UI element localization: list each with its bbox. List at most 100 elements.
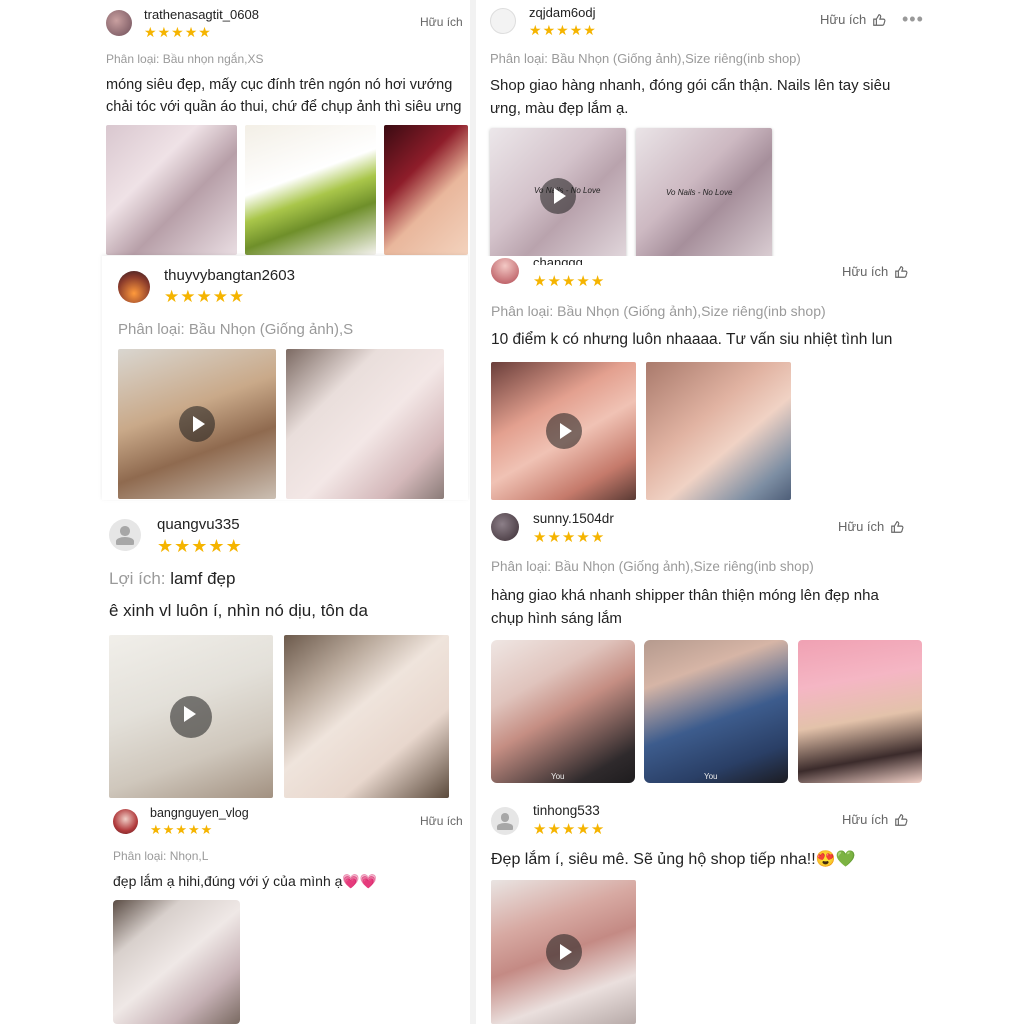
star-icon: ★: [576, 821, 590, 838]
username[interactable]: zqjdam6odj: [529, 5, 596, 20]
review-photo[interactable]: [384, 125, 468, 255]
review-photo[interactable]: [284, 635, 449, 798]
username[interactable]: tinhong533: [533, 803, 600, 818]
helpful-button[interactable]: Hữu ích: [842, 264, 908, 279]
benefit-value: lamf đẹp: [170, 569, 236, 588]
review-card: sunny.1504dr ★ ★ ★ ★ ★ Hữu ích Phân loại: Bầ…: [478, 505, 938, 795]
review-video[interactable]: Vo Nails - No Love: [490, 128, 626, 260]
review-card: tinhong533 ★ ★ ★ ★ ★ Hữu ích Đẹp lắm í, siêu…: [478, 800, 938, 1024]
star-icon: ★: [174, 536, 191, 556]
star-icon: ★: [576, 529, 590, 546]
star-rating: ★ ★ ★ ★ ★: [529, 23, 596, 37]
helpful-label: Hữu ích: [842, 812, 889, 827]
star-icon: ★: [150, 822, 162, 837]
review-text: ê xinh vl luôn í, nhìn nó dịu, tôn da: [109, 601, 368, 620]
star-icon: ★: [162, 822, 175, 837]
star-rating: ★ ★ ★ ★ ★: [533, 822, 604, 837]
review-photo[interactable]: [286, 349, 444, 499]
photo-label: You: [551, 772, 565, 781]
helpful-button[interactable]: Hữu ích: [820, 12, 886, 27]
star-icon: ★: [533, 529, 547, 546]
variant-label: Phân loại: Bầu nhọn ngắn,XS: [106, 52, 264, 66]
star-icon: ★: [184, 24, 198, 40]
column-divider: [470, 0, 476, 1024]
username[interactable]: trathenasagtit_0608: [144, 7, 259, 22]
star-rating: ★ ★ ★ ★ ★: [164, 288, 244, 305]
thumbs-up-icon: [895, 265, 908, 278]
review-card: bangnguyen_vlog ★ ★ ★ ★ ★ Hữu ích Phân loại:…: [100, 800, 468, 1024]
review-photo[interactable]: You: [644, 640, 788, 783]
username[interactable]: bangnguyen_vlog: [150, 806, 249, 820]
star-icon: ★: [164, 287, 180, 306]
review-card: zqjdam6odj ★ ★ ★ ★ ★ Hữu ích ••• Phân loại: …: [478, 0, 938, 260]
helpful-button[interactable]: Hữu ích: [420, 15, 463, 29]
thumbs-up-icon: [895, 813, 908, 826]
helpful-button[interactable]: Hữu ích: [838, 519, 904, 534]
star-rating: ★ ★ ★ ★ ★: [144, 25, 211, 39]
star-icon: ★: [180, 287, 196, 306]
avatar[interactable]: [106, 10, 132, 36]
play-icon[interactable]: [540, 178, 576, 214]
helpful-label: Hữu ích: [842, 264, 889, 279]
review-text: Đẹp lắm í, siêu mê. Sẽ ủng hộ shop tiếp …: [491, 851, 856, 868]
star-rating: ★ ★ ★ ★ ★: [157, 537, 242, 555]
review-photo[interactable]: [646, 362, 791, 500]
username[interactable]: changgg: [533, 255, 583, 265]
review-photo[interactable]: Vo Nails - No Love: [636, 128, 772, 260]
star-icon: ★: [191, 536, 208, 556]
review-photo[interactable]: [113, 900, 240, 1024]
helpful-button[interactable]: Hữu ích: [420, 814, 463, 828]
star-icon: ★: [590, 529, 605, 546]
variant-label: Phân loại: Bầu Nhọn (Giống ảnh),Size riê…: [491, 303, 826, 319]
username[interactable]: thuyvybangtan2603: [164, 267, 295, 284]
avatar[interactable]: [491, 258, 519, 284]
play-icon[interactable]: [545, 934, 582, 970]
username[interactable]: quangvu335: [157, 516, 240, 533]
review-video[interactable]: [491, 362, 636, 500]
variant-label: Phân loại: Bầu Nhọn (Giống ảnh),S: [118, 321, 354, 338]
star-rating: ★ ★ ★ ★ ★: [533, 274, 604, 289]
review-photo[interactable]: [798, 640, 922, 783]
username[interactable]: sunny.1504dr: [533, 511, 614, 526]
star-icon: ★: [576, 273, 590, 290]
star-icon: ★: [208, 536, 225, 556]
avatar[interactable]: [490, 8, 516, 34]
star-icon: ★: [200, 822, 213, 837]
star-rating: ★ ★ ★ ★ ★: [150, 823, 212, 836]
star-icon: ★: [561, 529, 576, 546]
benefit-label: Lợi ích:: [109, 569, 166, 588]
star-icon: ★: [198, 24, 211, 40]
review-photo[interactable]: You: [491, 640, 635, 783]
review-text: chải tóc với quần áo thui, chứ để chụp ả…: [106, 99, 462, 115]
play-icon[interactable]: [179, 406, 215, 442]
star-icon: ★: [590, 273, 605, 290]
review-photo[interactable]: [245, 125, 376, 255]
review-text: hàng giao khá nhanh shipper thân thiện m…: [491, 587, 879, 604]
avatar[interactable]: [109, 519, 141, 551]
helpful-label: Hữu ích: [420, 814, 463, 828]
star-rating: ★ ★ ★ ★ ★: [533, 530, 604, 545]
review-text: đẹp lắm ạ hihi,đúng với ý của mình ạ💗💗: [113, 873, 378, 889]
star-icon: ★: [533, 273, 547, 290]
review-photo[interactable]: [106, 125, 237, 255]
star-icon: ★: [144, 24, 157, 40]
helpful-button[interactable]: Hữu ích: [842, 812, 908, 827]
avatar[interactable]: [491, 513, 519, 541]
review-video[interactable]: [109, 635, 273, 798]
star-icon: ★: [583, 22, 596, 38]
photo-label: You: [704, 772, 718, 781]
avatar[interactable]: [113, 809, 138, 834]
benefit-line: Lợi ích: lamf đẹp: [109, 569, 459, 589]
star-icon: ★: [590, 821, 605, 838]
avatar[interactable]: [491, 807, 519, 835]
more-options-icon[interactable]: •••: [902, 9, 924, 30]
review-card: trathenasagtit_0608 ★ ★ ★ ★ ★ Hữu ích Phân l…: [100, 0, 468, 260]
thumbs-up-icon: [891, 520, 904, 533]
review-text: móng siêu đẹp, mấy cục đính trên ngón nó…: [106, 77, 453, 93]
play-icon[interactable]: [170, 695, 212, 738]
star-icon: ★: [561, 821, 576, 838]
avatar[interactable]: [118, 271, 150, 303]
play-icon[interactable]: [545, 413, 582, 449]
review-video[interactable]: [118, 349, 276, 499]
review-video[interactable]: [491, 880, 636, 1024]
